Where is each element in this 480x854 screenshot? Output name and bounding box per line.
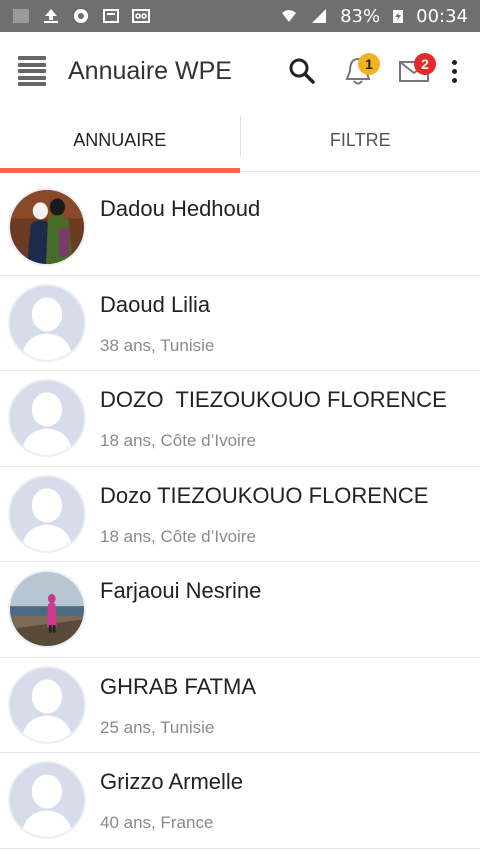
status-bar: 83% 00:34 <box>0 0 480 32</box>
member-meta: 18 ans, Côte d’Ivoire <box>100 526 256 546</box>
list-item[interactable]: Grizzo Armelle 40 ans, France <box>0 753 480 849</box>
app-bar: Annuaire WPE 1 2 <box>0 32 480 110</box>
messages-badge: 2 <box>414 53 436 75</box>
chrome-icon <box>72 8 90 24</box>
member-info: Farjaoui Nesrine <box>100 570 261 622</box>
sd-icon <box>102 8 120 24</box>
member-name: DOZO TIEZOUKOUO FLORENCE <box>100 387 447 412</box>
member-info: Dadou Hedhoud <box>100 188 260 240</box>
list-item[interactable]: Daoud Lilia 38 ans, Tunisie <box>0 276 480 371</box>
avatar-placeholder-icon <box>8 379 86 457</box>
search-icon <box>289 58 315 84</box>
list-item[interactable]: Farjaoui Nesrine <box>0 562 480 658</box>
member-name: Dadou Hedhoud <box>100 196 261 221</box>
member-meta: 25 ans, Tunisie <box>100 717 215 737</box>
tab-bar: ANNUAIRE FILTRE <box>0 110 480 173</box>
menu-icon[interactable] <box>18 56 46 86</box>
list-item[interactable]: Dadou Hedhoud <box>0 180 480 276</box>
member-list: Dadou Hedhoud Daoud Lilia 38 ans, Tunisi… <box>0 180 480 849</box>
battery-charging-icon <box>392 8 404 24</box>
square-icon <box>12 8 30 24</box>
member-info: Daoud Lilia 38 ans, Tunisie <box>100 284 214 356</box>
list-item[interactable]: Dozo TIEZOUKOUO FLORENCE 18 ans, Côte d’… <box>0 467 480 562</box>
member-name: Grizzo Armelle <box>100 769 244 794</box>
tab-filtre[interactable]: FILTRE <box>241 110 480 171</box>
member-info: Dozo TIEZOUKOUO FLORENCE 18 ans, Côte d’… <box>100 475 428 547</box>
member-name: Dozo TIEZOUKOUO FLORENCE <box>100 482 429 508</box>
photo-two-women-image <box>10 190 84 264</box>
member-info: Grizzo Armelle 40 ans, France <box>100 761 243 833</box>
member-info: DOZO TIEZOUKOUO FLORENCE 18 ans, Côte d’… <box>100 379 447 451</box>
overflow-menu-icon[interactable] <box>444 59 464 83</box>
member-meta: 38 ans, Tunisie <box>100 335 215 355</box>
photo-seaside-image <box>10 572 84 646</box>
notifications-button[interactable]: 1 <box>338 51 380 91</box>
status-bar-system: 83% 00:34 <box>280 6 468 27</box>
avatar-placeholder-icon <box>8 665 86 744</box>
avatar-placeholder-icon <box>8 761 86 839</box>
member-name: Farjaoui Nesrine <box>100 578 262 603</box>
avatar <box>8 188 86 266</box>
tab-annuaire[interactable]: ANNUAIRE <box>0 110 240 173</box>
messages-button[interactable]: 2 <box>394 51 436 91</box>
avatar <box>8 570 86 648</box>
list-item[interactable]: DOZO TIEZOUKOUO FLORENCE 18 ans, Côte d’… <box>0 371 480 467</box>
member-info: GHRAB FATMA 25 ans, Tunisie <box>100 666 256 738</box>
clock: 00:34 <box>416 5 468 27</box>
member-name: Daoud Lilia <box>100 291 211 317</box>
app-title: Annuaire WPE <box>68 56 232 85</box>
avatar-placeholder-icon <box>8 474 86 553</box>
member-meta: 40 ans, France <box>100 813 214 832</box>
status-bar-notifications <box>12 8 150 24</box>
search-button[interactable] <box>282 51 322 91</box>
voicemail-icon <box>132 8 150 24</box>
avatar-placeholder-icon <box>8 283 86 362</box>
member-meta: 18 ans, Côte d’Ivoire <box>100 431 256 450</box>
wifi-icon <box>280 8 298 24</box>
list-item[interactable]: GHRAB FATMA 25 ans, Tunisie <box>0 658 480 753</box>
signal-icon <box>310 8 328 24</box>
battery-level: 83% <box>340 5 381 27</box>
notifications-badge: 1 <box>358 53 380 75</box>
member-name: GHRAB FATMA <box>100 673 257 699</box>
upload-icon <box>42 8 60 24</box>
